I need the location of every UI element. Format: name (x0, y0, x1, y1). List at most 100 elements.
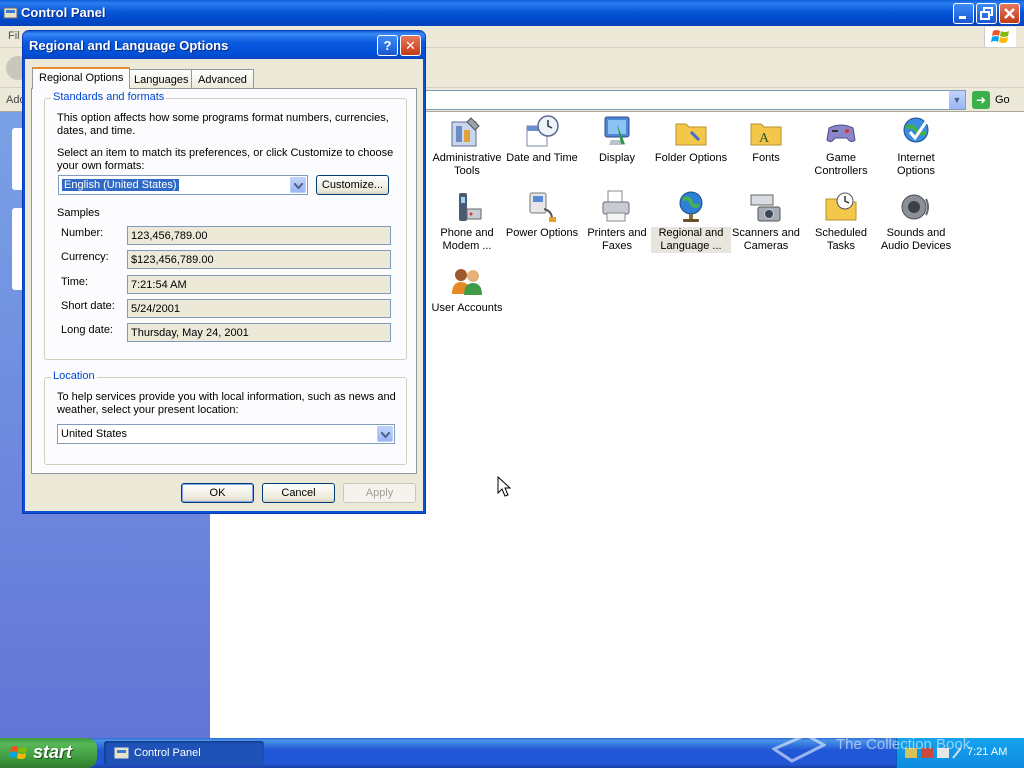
select-instruction: Select an item to match its preferences,… (57, 147, 394, 172)
control-panel-icon (3, 7, 18, 19)
cp-item-game-controllers[interactable]: Game Controllers (801, 114, 881, 178)
help-icon: ? (383, 38, 392, 53)
taskbar-button-label: Control Panel (134, 747, 201, 759)
help-button[interactable]: ? (377, 35, 398, 56)
speaker-icon (901, 194, 929, 220)
cp-item-sounds-and-audio[interactable]: Sounds and Audio Devices (876, 189, 956, 253)
tab-advanced[interactable]: Advanced (191, 69, 254, 89)
taskbar-button-control-panel[interactable]: Control Panel (104, 741, 264, 765)
go-label: Go (995, 94, 1010, 106)
windows-flag-icon (9, 746, 27, 759)
dialog-close-button[interactable]: ✕ (400, 35, 421, 56)
ok-button[interactable]: OK (181, 483, 254, 503)
cp-item-user-accounts[interactable]: User Accounts (427, 264, 507, 315)
scheduled-folder-icon (825, 192, 857, 221)
customize-button[interactable]: Customize... (316, 175, 389, 195)
cp-item-scheduled-tasks[interactable]: Scheduled Tasks (801, 189, 881, 253)
format-select-value: English (United States) (61, 178, 180, 192)
cp-item-display[interactable]: Display (577, 114, 657, 165)
windows-logo (984, 27, 1016, 47)
tab-panel: Standards and formats This option affect… (31, 88, 417, 474)
cp-item-label: Phone and Modem ... (440, 227, 494, 252)
cp-item-administrative-tools[interactable]: Administrative Tools (427, 114, 507, 178)
tab-languages[interactable]: Languages (127, 69, 196, 89)
chevron-down-icon[interactable] (377, 426, 393, 442)
samples-label: Samples (57, 207, 100, 219)
close-icon (1004, 8, 1015, 19)
cp-item-label: Game Controllers (814, 152, 868, 177)
cp-item-power-options[interactable]: Power Options (502, 189, 582, 240)
monitor-icon (604, 116, 630, 145)
tab-label: Languages (134, 74, 189, 86)
go-arrow-icon: ➜ (972, 91, 990, 109)
sample-label-time: Time: (61, 276, 89, 288)
cp-item-label: Regional and Language ... (651, 227, 731, 253)
task-pane-panel (12, 208, 22, 290)
cp-item-label: Date and Time (506, 152, 578, 164)
cancel-button[interactable]: Cancel (262, 483, 335, 503)
restore-button[interactable] (976, 3, 997, 24)
control-panel-titlebar[interactable]: Control Panel (0, 0, 1024, 26)
location-select-value: United States (61, 428, 128, 440)
cp-item-date-and-time[interactable]: Date and Time (502, 114, 582, 165)
clock[interactable]: 7:21 AM (967, 746, 1007, 758)
globe-check-icon (903, 117, 929, 143)
watermark-text: The Collection Book (836, 736, 971, 753)
format-select[interactable]: English (United States) (58, 175, 308, 195)
close-button[interactable] (999, 3, 1020, 24)
chevron-down-icon[interactable]: ▼ (948, 91, 965, 109)
group-legend: Standards and formats (51, 91, 167, 103)
minimize-button[interactable] (953, 3, 974, 24)
sample-label-short-date: Short date: (61, 300, 115, 312)
regional-language-dialog: Regional and Language Options ? ✕ Region… (22, 30, 426, 514)
cp-item-label: Scheduled Tasks (815, 227, 867, 252)
chevron-down-icon[interactable] (290, 177, 306, 193)
cp-item-label: Administrative Tools (432, 152, 502, 177)
location-group: Location To help services provide you wi… (44, 370, 407, 465)
book-logo (772, 733, 826, 763)
cp-item-label: Folder Options (654, 152, 728, 164)
minimize-icon (959, 16, 966, 19)
apply-button[interactable]: Apply (343, 483, 416, 503)
sample-label-number: Number: (61, 227, 104, 239)
sample-label-long-date: Long date: (61, 324, 113, 336)
sample-value-short-date: 5/24/2001 (127, 299, 391, 318)
cp-item-fonts[interactable]: A Fonts (726, 114, 806, 165)
printer-icon (602, 190, 630, 222)
cp-item-label: User Accounts (431, 302, 503, 314)
cp-item-scanners-and-cameras[interactable]: Scanners and Cameras (726, 189, 806, 253)
cp-item-printers-and-faxes[interactable]: Printers and Faxes (577, 189, 657, 253)
control-panel-icon (114, 747, 129, 759)
group-legend: Location (51, 370, 97, 382)
users-icon (452, 269, 482, 295)
windows-flag-icon (991, 30, 1009, 43)
power-plug-icon (529, 192, 556, 222)
start-label: start (33, 742, 73, 762)
admin-tools-icon (451, 117, 480, 147)
dialog-titlebar[interactable]: Regional and Language Options ? ✕ (23, 31, 425, 59)
cp-item-label: Power Options (505, 227, 579, 239)
sample-value-long-date: Thursday, May 24, 2001 (127, 323, 391, 342)
cp-item-label: Internet Options (897, 152, 935, 177)
standards-description: This option affects how some programs fo… (57, 112, 389, 137)
cp-item-label: Scanners and Cameras (732, 227, 800, 252)
go-button[interactable]: ➜ Go (972, 91, 1020, 109)
close-icon: ✕ (405, 38, 416, 53)
scanner-camera-icon (750, 194, 781, 222)
sample-label-currency: Currency: (61, 251, 109, 263)
cp-item-label: Fonts (752, 152, 780, 164)
task-pane-panel (12, 128, 22, 190)
dialog-title: Regional and Language Options (29, 38, 229, 53)
menu-file[interactable]: Fil (8, 30, 20, 42)
phone-icon (459, 193, 482, 221)
cp-item-phone-and-modem[interactable]: Phone and Modem ... (427, 189, 507, 253)
cp-item-regional-and-language[interactable]: Regional and Language ... (651, 189, 731, 253)
tab-regional-options[interactable]: Regional Options (32, 67, 131, 89)
location-select[interactable]: United States (57, 424, 395, 444)
cp-item-folder-options[interactable]: Folder Options (651, 114, 731, 165)
window-title: Control Panel (21, 5, 106, 20)
fonts-folder-icon: A (750, 123, 782, 146)
start-button[interactable]: start (0, 738, 97, 768)
cp-item-internet-options[interactable]: Internet Options (876, 114, 956, 178)
cp-item-label: Printers and Faxes (587, 227, 647, 252)
